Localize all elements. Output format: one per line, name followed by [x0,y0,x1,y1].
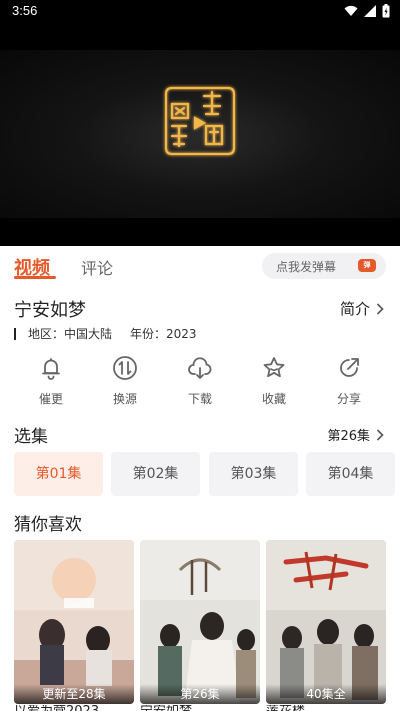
poster-image [266,540,386,704]
recommend-title: 猜你喜欢 [14,515,82,535]
danmu-input-button[interactable]: 点我发弹幕 弹 [262,253,386,279]
signal-icon [364,5,376,17]
all-episodes-button[interactable]: 第26集 [327,425,384,444]
card-title: 以爱为营2023 [14,705,134,711]
recommend-card[interactable]: 40集全 [266,540,386,704]
poster-image [140,540,260,704]
share-icon [340,358,359,377]
show-region: 地区：中国大陆 [28,327,113,341]
card-title: 宁安如梦 [140,705,260,711]
action-share-label: 分享 [336,392,361,406]
cloud-download-icon [188,357,212,379]
show-year: 年份：2023 [130,327,197,341]
action-bar: 催更 换源 下载 收藏 分享 [0,354,400,414]
tab-comment[interactable]: 评论 [81,255,113,279]
card-badge: 第26集 [140,684,260,704]
recommend-card[interactable]: 第26集 [140,540,260,704]
wifi-icon [344,5,358,16]
episode-item[interactable]: 第04集 [306,452,395,496]
action-switch-source-label: 换源 [112,392,137,406]
action-remind-button[interactable]: 催更 [21,354,81,407]
danmu-icon: 弹 [358,259,376,272]
status-icons [344,4,390,18]
episode-item[interactable]: 第03集 [209,452,298,496]
status-bar: 3:56 [0,0,400,24]
action-download-label: 下载 [187,392,212,406]
episode-item[interactable]: 第02集 [111,452,200,496]
action-download-button[interactable]: 下载 [170,354,230,407]
intro-button[interactable]: 简介 [340,298,384,319]
battery-icon [382,4,390,18]
action-share-button[interactable]: 分享 [319,354,379,407]
poster-image [14,540,134,704]
switch-source-icon [113,356,137,380]
episode-item[interactable]: 第01集 [14,452,103,496]
show-meta: 地区：中国大陆 年份：2023 [14,325,197,342]
intro-label: 简介 [339,300,370,318]
action-switch-source-button[interactable]: 换源 [95,354,155,407]
tab-active-indicator [14,276,56,279]
episode-count: 第26集 [327,429,370,444]
card-badge: 更新至28集 [14,684,134,704]
meta-divider [14,327,16,340]
tab-bar: 视频 评论 点我发弹幕 弹 [0,246,400,286]
chevron-right-icon [376,428,384,441]
star-icon [263,357,285,378]
broadcast-logo [164,86,236,156]
danmu-placeholder: 点我发弹幕 [276,260,337,274]
episodes-title: 选集 [14,427,48,447]
bell-icon [42,358,60,380]
action-remind-label: 催更 [38,392,63,406]
episode-list: 第01集 第02集 第03集 第04集 [14,452,400,496]
action-favorite-label: 收藏 [261,392,286,406]
recommend-card[interactable]: 更新至28集 [14,540,134,704]
chevron-right-icon [376,302,384,315]
recommend-list: 更新至28集 以爱为营2023 第26集 宁安如梦 [0,540,400,711]
action-favorite-button[interactable]: 收藏 [244,354,304,407]
video-player[interactable] [0,24,400,246]
card-badge: 40集全 [266,684,386,704]
show-title: 宁安如梦 [14,300,86,321]
card-title: 莲花楼 [266,705,386,711]
status-time: 3:56 [12,3,38,18]
